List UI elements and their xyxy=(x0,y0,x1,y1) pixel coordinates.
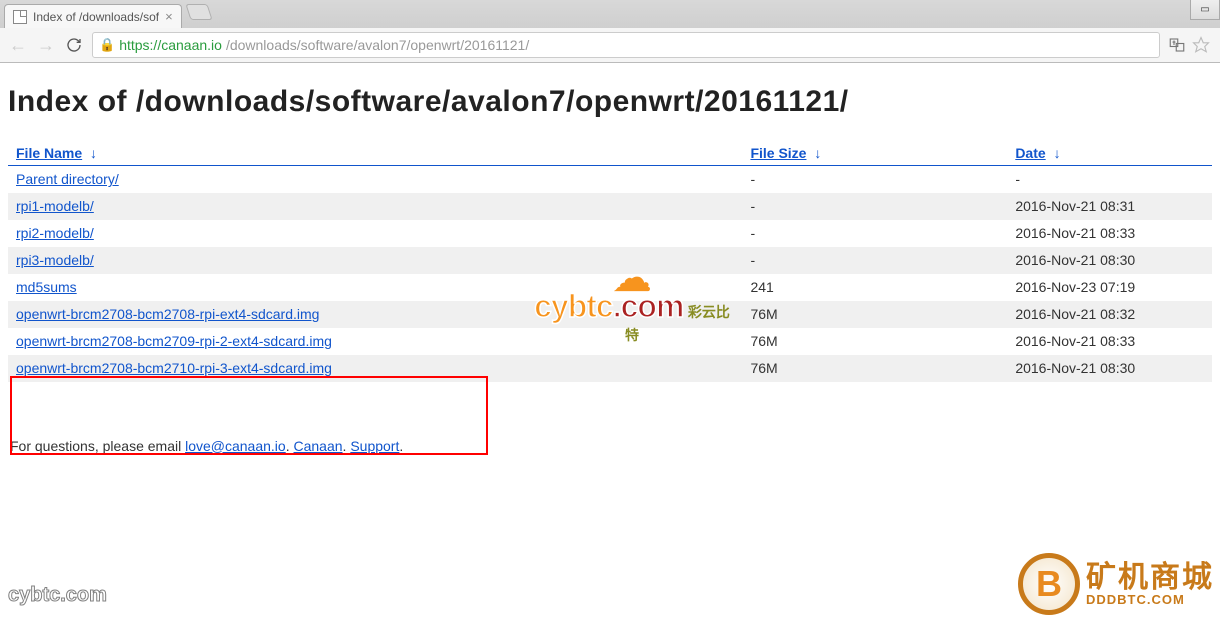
sort-arrow-icon[interactable]: ↓ xyxy=(1054,145,1061,161)
file-icon xyxy=(13,10,27,24)
table-row: rpi3-modelb/ -2016-Nov-21 08:30 xyxy=(8,247,1212,274)
file-link[interactable]: openwrt-brcm2708-bcm2709-rpi-2-ext4-sdca… xyxy=(16,333,332,349)
table-row: Parent directory/ -- xyxy=(8,166,1212,193)
maximize-button[interactable]: ▭ xyxy=(1190,0,1220,20)
file-date: 2016-Nov-23 07:19 xyxy=(1007,274,1212,301)
translate-icon[interactable] xyxy=(1168,36,1186,54)
window-controls: ▭ xyxy=(1190,0,1220,20)
file-date: 2016-Nov-21 08:31 xyxy=(1007,193,1212,220)
table-row: openwrt-brcm2708-bcm2709-rpi-2-ext4-sdca… xyxy=(8,328,1212,355)
watermark-bottom-right: B 矿机商城 DDDBTC.COM xyxy=(1018,553,1214,615)
file-date: 2016-Nov-21 08:33 xyxy=(1007,220,1212,247)
file-size: - xyxy=(742,166,1007,193)
star-icon[interactable] xyxy=(1192,36,1210,54)
sort-arrow-icon[interactable]: ↓ xyxy=(90,145,97,161)
close-tab-icon[interactable]: × xyxy=(165,9,173,24)
file-size: - xyxy=(742,193,1007,220)
file-date: 2016-Nov-21 08:32 xyxy=(1007,301,1212,328)
column-header-date[interactable]: Date ↓ xyxy=(1007,141,1212,166)
file-date: 2016-Nov-21 08:30 xyxy=(1007,247,1212,274)
file-size: 76M xyxy=(742,355,1007,382)
bitcoin-coin-icon: B xyxy=(1018,553,1080,615)
footer-text: For questions, please email love@canaan.… xyxy=(8,438,1212,454)
table-row: md5sums 2412016-Nov-23 07:19 xyxy=(8,274,1212,301)
footer-support-link[interactable]: Support xyxy=(350,438,399,454)
url-path: /downloads/software/avalon7/openwrt/2016… xyxy=(226,37,529,53)
sort-arrow-icon[interactable]: ↓ xyxy=(814,145,821,161)
file-size: - xyxy=(742,247,1007,274)
table-header-row: File Name ↓ File Size ↓ Date ↓ xyxy=(8,141,1212,166)
file-date: 2016-Nov-21 08:33 xyxy=(1007,328,1212,355)
column-header-name[interactable]: File Name ↓ xyxy=(8,141,742,166)
omnibox-right-controls xyxy=(1168,36,1212,54)
file-link[interactable]: rpi3-modelb/ xyxy=(16,252,94,268)
url-origin: https://canaan.io xyxy=(119,37,222,53)
reload-button[interactable] xyxy=(64,35,84,55)
file-date: - xyxy=(1007,166,1212,193)
page-content: Index of /downloads/software/avalon7/ope… xyxy=(0,63,1220,454)
watermark-bottom-left: cybtc.com xyxy=(8,584,107,607)
table-row: openwrt-brcm2708-bcm2708-rpi-ext4-sdcard… xyxy=(8,301,1212,328)
browser-chrome: Index of /downloads/sof × ▭ ← → 🔒 https:… xyxy=(0,0,1220,63)
file-link[interactable]: openwrt-brcm2708-bcm2710-rpi-3-ext4-sdca… xyxy=(16,360,332,376)
file-size: 76M xyxy=(742,328,1007,355)
file-size: 76M xyxy=(742,301,1007,328)
browser-tab[interactable]: Index of /downloads/sof × xyxy=(4,4,182,28)
file-date: 2016-Nov-21 08:30 xyxy=(1007,355,1212,382)
new-tab-button[interactable] xyxy=(185,4,212,20)
footer-canaan-link[interactable]: Canaan xyxy=(294,438,343,454)
tab-bar: Index of /downloads/sof × ▭ xyxy=(0,0,1220,28)
nav-bar: ← → 🔒 https://canaan.io/downloads/softwa… xyxy=(0,28,1220,62)
file-link[interactable]: md5sums xyxy=(16,279,77,295)
file-link[interactable]: rpi1-modelb/ xyxy=(16,198,94,214)
file-link[interactable]: Parent directory/ xyxy=(16,171,119,187)
table-row: openwrt-brcm2708-bcm2710-rpi-3-ext4-sdca… xyxy=(8,355,1212,382)
directory-listing-table: File Name ↓ File Size ↓ Date ↓ Parent di… xyxy=(8,141,1212,382)
lock-icon: 🔒 xyxy=(99,37,115,53)
file-size: 241 xyxy=(742,274,1007,301)
tab-title: Index of /downloads/sof xyxy=(33,10,159,24)
file-link[interactable]: openwrt-brcm2708-bcm2708-rpi-ext4-sdcard… xyxy=(16,306,319,322)
back-button[interactable]: ← xyxy=(8,35,28,55)
column-header-size[interactable]: File Size ↓ xyxy=(742,141,1007,166)
address-bar[interactable]: 🔒 https://canaan.io/downloads/software/a… xyxy=(92,32,1160,58)
page-title: Index of /downloads/software/avalon7/ope… xyxy=(8,85,1212,119)
file-size: - xyxy=(742,220,1007,247)
forward-button[interactable]: → xyxy=(36,35,56,55)
file-link[interactable]: rpi2-modelb/ xyxy=(16,225,94,241)
footer-email-link[interactable]: love@canaan.io xyxy=(185,438,286,454)
table-row: rpi2-modelb/ -2016-Nov-21 08:33 xyxy=(8,220,1212,247)
table-row: rpi1-modelb/ -2016-Nov-21 08:31 xyxy=(8,193,1212,220)
